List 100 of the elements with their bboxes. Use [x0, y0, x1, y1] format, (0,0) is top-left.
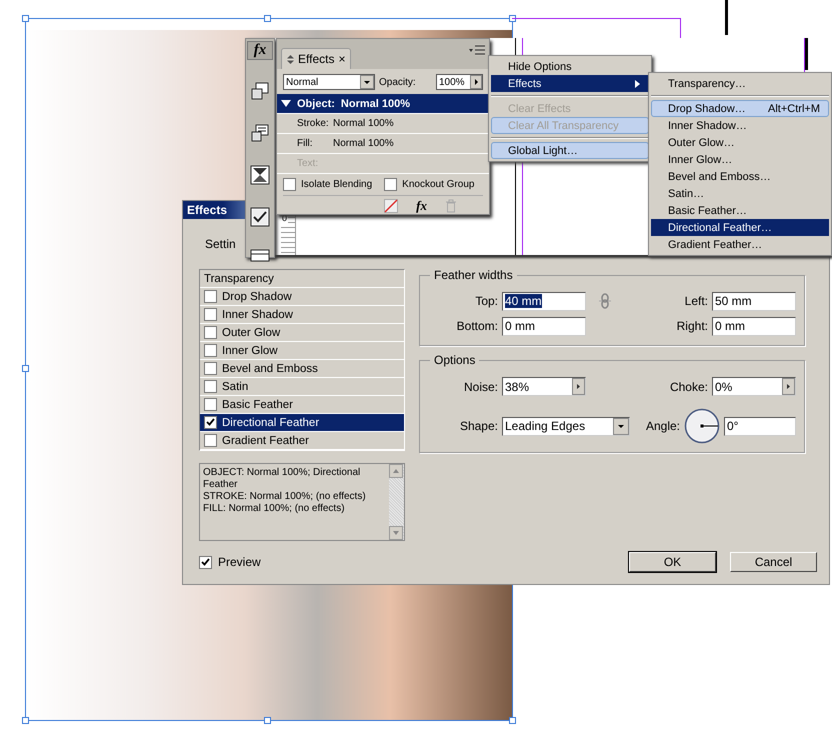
updown-icon	[287, 54, 294, 64]
summary-line: STROKE: Normal 100%; (no effects)	[203, 491, 367, 503]
arrow-right-icon[interactable]	[782, 378, 795, 395]
checkbox[interactable]	[283, 178, 296, 191]
input-field[interactable]: 0°	[724, 416, 796, 436]
scroll-down-icon[interactable]	[389, 526, 403, 540]
row-label: Fill:	[297, 138, 314, 149]
selection-handle[interactable]	[509, 15, 516, 22]
opacity-field[interactable]: 100%	[436, 74, 483, 90]
checkmark-icon[interactable]	[249, 206, 271, 228]
submenu-arrow-icon	[635, 80, 640, 88]
input-field[interactable]: 0 mm	[502, 316, 586, 336]
input-field[interactable]: 40 mm	[502, 292, 586, 310]
effect-label: Inner Glow	[222, 344, 278, 356]
scrollbar[interactable]	[389, 464, 404, 540]
field-label: Left:	[684, 294, 708, 308]
summary-line: OBJECT: Normal 100%; Directional Feather	[203, 467, 362, 491]
selection-handle[interactable]	[264, 717, 271, 724]
checkbox[interactable]	[204, 434, 217, 447]
row-value: Normal 100%	[333, 118, 394, 129]
effect-label: Directional Feather	[222, 416, 320, 428]
checkbox[interactable]	[384, 178, 398, 191]
no-fill-icon[interactable]	[384, 199, 398, 213]
blend-mode-dropdown[interactable]: Normal	[283, 74, 375, 90]
expanded-triangle-icon[interactable]	[281, 100, 291, 108]
field-label: Top:	[474, 294, 498, 308]
effect-label: Bevel and Emboss	[222, 362, 318, 374]
close-button[interactable]: ×	[338, 52, 346, 66]
field-label: Shape:	[458, 419, 498, 433]
input-field[interactable]: 38%	[502, 377, 586, 396]
arrow-right-icon[interactable]	[572, 378, 585, 395]
row-label: Object:	[297, 98, 335, 110]
menu-item[interactable]: Hide Options	[491, 58, 649, 75]
menu-item[interactable]: Inner Glow…	[651, 151, 829, 168]
menu-item[interactable]: Outer Glow…	[651, 134, 829, 151]
chain-link-icon[interactable]	[598, 293, 612, 309]
summary-line: FILL: Normal 100%; (no effects)	[203, 503, 346, 515]
menu-item[interactable]: Inner Shadow…	[651, 117, 829, 134]
dialog-button[interactable]: OK	[629, 552, 716, 572]
menu-icon[interactable]	[469, 45, 485, 55]
settings-label: Settin	[205, 236, 236, 253]
checkbox-label: Isolate Blending	[301, 179, 372, 190]
row-value: Normal 100%	[333, 138, 394, 149]
menu-item[interactable]: Global Light…	[491, 142, 649, 159]
input-field[interactable]: 0 mm	[712, 316, 796, 336]
dialog-title: Effects	[187, 203, 228, 217]
menu-item[interactable]: Directional Feather…	[651, 219, 829, 236]
selection-handle[interactable]	[22, 717, 29, 724]
checkbox-label: Knockout Group	[402, 179, 474, 190]
menu-item[interactable]: Drop Shadow… Alt+Ctrl+M	[651, 100, 829, 117]
selection-handle[interactable]	[22, 365, 29, 372]
menu-item[interactable]: Gradient Feather…	[651, 236, 829, 253]
checkbox-label: Preview	[218, 555, 261, 569]
effect-item[interactable]: Outer Glow	[200, 324, 404, 342]
checkbox[interactable]	[204, 362, 217, 375]
effect-item[interactable]: Gradient Feather	[200, 432, 404, 450]
fx-button[interactable]: fx	[416, 198, 427, 214]
table-icon[interactable]	[249, 248, 271, 262]
effect-item[interactable]: Drop Shadow	[200, 288, 404, 306]
menu-item[interactable]: Transparency…	[651, 75, 829, 92]
effect-item[interactable]: Satin	[200, 378, 404, 396]
effect-label: Transparency	[204, 272, 274, 284]
selection-handle[interactable]	[509, 717, 516, 724]
menu-item[interactable]: Basic Feather…	[651, 202, 829, 219]
selection-handle[interactable]	[22, 15, 29, 22]
effect-item[interactable]: Directional Feather	[200, 414, 404, 432]
hourglass-icon[interactable]	[249, 164, 271, 186]
effect-label: Basic Feather	[222, 398, 293, 410]
input-field[interactable]: 50 mm	[712, 292, 796, 310]
panel-tab[interactable]: Effects ×	[281, 48, 352, 69]
checkbox[interactable]	[204, 380, 217, 393]
checkbox[interactable]	[204, 290, 217, 303]
checkbox[interactable]	[204, 344, 217, 357]
angle-dial[interactable]	[684, 408, 720, 444]
effects-panel-button[interactable]: fx	[247, 41, 273, 60]
checkbox[interactable]	[204, 398, 217, 411]
effect-item[interactable]: Transparency	[200, 270, 404, 288]
group-title: Feather widths	[430, 268, 517, 282]
scroll-up-icon[interactable]	[389, 464, 403, 478]
effect-item[interactable]: Bevel and Emboss	[200, 360, 404, 378]
effect-label: Gradient Feather	[222, 434, 309, 446]
checkbox[interactable]	[204, 326, 217, 339]
effect-label: Outer Glow	[222, 326, 280, 338]
effect-item[interactable]: Inner Glow	[200, 342, 404, 360]
checkbox[interactable]	[204, 416, 217, 429]
layers-icon[interactable]	[249, 80, 271, 102]
input-field[interactable]: 0%	[712, 377, 796, 396]
selection-handle[interactable]	[264, 15, 271, 22]
dialog-button[interactable]: Cancel	[730, 552, 817, 572]
checkbox[interactable]	[204, 308, 217, 321]
panel-row[interactable]: Object: Normal 100%	[277, 94, 489, 114]
menu-item[interactable]: Bevel and Emboss…	[651, 168, 829, 185]
menu-item[interactable]: Effects	[491, 75, 649, 92]
shape-dropdown[interactable]: Leading Edges	[502, 416, 630, 436]
group-title: Options	[430, 353, 480, 367]
pages-icon[interactable]	[249, 122, 271, 144]
effect-item[interactable]: Inner Shadow	[200, 306, 404, 324]
menu-item[interactable]: Satin…	[651, 185, 829, 202]
arrow-right-icon[interactable]	[470, 75, 482, 89]
checkbox[interactable]	[199, 556, 212, 568]
